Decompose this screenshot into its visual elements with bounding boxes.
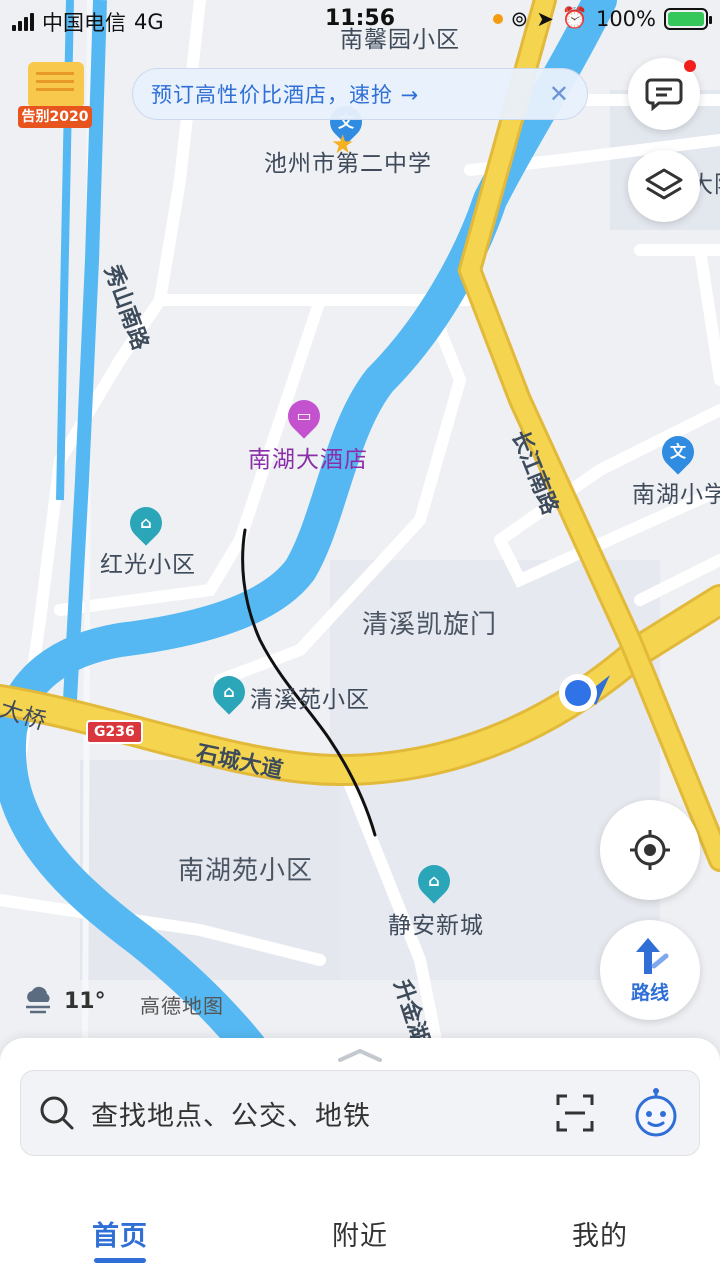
notification-dot [684,60,696,72]
residence-pin-icon[interactable]: ⌂ [206,669,252,715]
temperature: 11° [64,988,106,1014]
tab-mine[interactable]: 我的 [480,1188,720,1280]
route-arrow-icon [636,937,669,974]
place-label[interactable]: 池州市第二中学 [264,144,432,178]
place-label[interactable]: 南湖小学 [632,475,720,509]
hotel-pin-icon[interactable]: ▭ [281,393,327,439]
book-icon [28,62,84,108]
map-canvas[interactable]: 文 ★ ▭ ⌂ ⌂ ⌂ 文 南馨园小区 池州市第二中学 南湖大酒店 红光小区 清… [0,0,720,1077]
rotation-lock-icon: ⊚ [510,6,529,31]
residence-pin-icon[interactable]: ⌂ [411,858,457,904]
search-input[interactable]: 查找地点、公交、地铁 [20,1070,700,1156]
bottom-sheet[interactable]: 查找地点、公交、地铁 [0,1038,720,1188]
battery-icon [664,7,712,30]
cloud-fog-icon [26,986,50,1014]
alarm-icon: ⏰ [561,6,588,30]
area-label: 清溪凯旋门 [362,610,498,640]
badge-label: 告别2020 [18,106,92,128]
tab-bar: 首页 附近 我的 [0,1188,720,1280]
year-review-badge[interactable]: 告别2020 [18,62,92,128]
message-bubble-icon [645,78,683,111]
place-label[interactable]: 清溪苑小区 [250,680,370,714]
tab-home[interactable]: 首页 [0,1188,240,1280]
current-location-dot [565,680,591,706]
promo-banner[interactable]: 预订高性价比酒店，速抢 → ✕ [132,68,588,120]
chevron-up-icon[interactable] [338,1048,382,1062]
search-placeholder: 查找地点、公交、地铁 [91,1100,371,1132]
close-icon[interactable]: ✕ [549,80,569,108]
school-pin-icon[interactable]: 文 [655,429,701,475]
assistant-robot-icon[interactable] [631,1088,681,1138]
place-label[interactable]: 红光小区 [100,545,196,579]
status-bar: 中国电信 4G 11:56 ⊚ ➤ ⏰ 100% [0,0,720,40]
messages-button[interactable] [628,58,700,130]
scan-icon[interactable] [555,1093,595,1133]
battery-percent: 100% [595,6,656,31]
place-label[interactable]: 静安新城 [388,906,484,940]
layers-button[interactable] [628,150,700,222]
crosshair-icon [630,830,670,870]
location-arrow-icon: ➤ [536,6,554,31]
place-label[interactable]: 南湖大酒店 [248,440,368,474]
search-icon [40,1096,74,1130]
route-label: 路线 [630,981,669,1004]
layers-icon [645,168,683,200]
tab-nearby[interactable]: 附近 [240,1188,480,1280]
promo-text[interactable]: 预订高性价比酒店，速抢 → [151,79,549,109]
highway-shield: G236 [86,720,143,744]
residence-pin-icon[interactable]: ⌂ [123,500,169,546]
locate-me-button[interactable] [600,800,700,900]
weather-widget[interactable]: 11° [22,986,106,1016]
area-label: 南湖苑小区 [178,856,314,886]
recording-dot-icon [492,13,503,24]
route-button[interactable]: 路线 [600,920,700,1020]
map-brand-logo: 高德地图 [140,994,224,1018]
